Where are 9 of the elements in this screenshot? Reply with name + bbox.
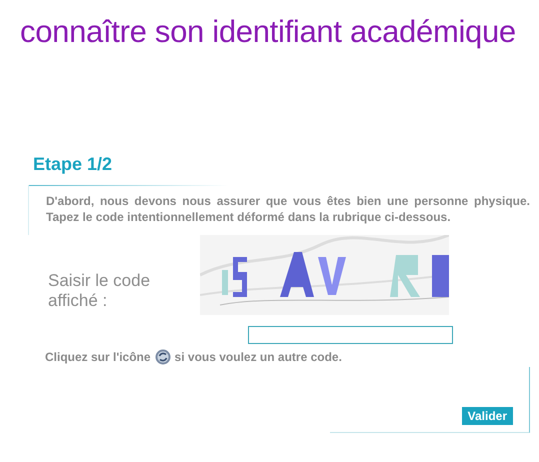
intro-text: D'abord, nous devons nous assurer que vous êtes bien une personne physique. Tapez le code intentionnellement déformé dans la rubrique ci-dessous. xyxy=(46,194,530,225)
validate-button[interactable]: Valider xyxy=(462,407,513,425)
help-text: si vous voulez un autre code. xyxy=(174,350,342,364)
help-text: Cliquez sur l'icône xyxy=(45,350,151,364)
code-input-field[interactable] xyxy=(248,326,453,344)
refresh-icon[interactable] xyxy=(154,349,171,365)
step-heading: Etape 1/2 xyxy=(33,154,112,175)
captcha-label: Saisir le code affiché : xyxy=(47,271,152,312)
page-title: connaître son identifiant académique xyxy=(20,14,516,50)
